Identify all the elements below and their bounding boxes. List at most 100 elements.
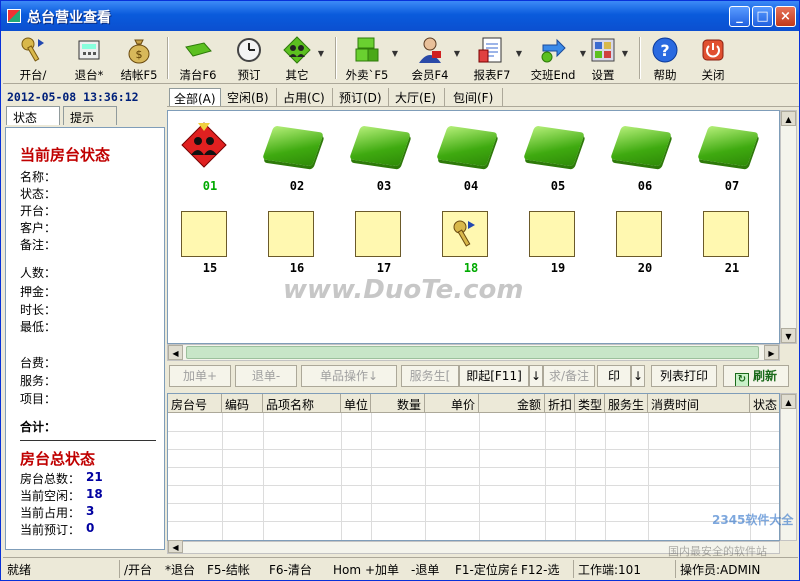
- maximize-button[interactable]: □: [752, 6, 773, 27]
- item-operation-button[interactable]: 单品操作↓: [301, 365, 397, 387]
- room-tile-17[interactable]: 17: [348, 208, 428, 288]
- toolbar-clear-button[interactable]: 清台F6: [178, 35, 218, 82]
- toolbar-help-button[interactable]: ? 帮助: [649, 35, 681, 82]
- status-ready: 就绪: [7, 563, 32, 577]
- scroll-right-icon[interactable]: ▶: [764, 345, 779, 360]
- dropdown-arrow-icon[interactable]: ▼: [454, 49, 460, 58]
- toolbar-close-button[interactable]: 关闭: [697, 35, 729, 82]
- summary-idle-label: 当前空闲：: [20, 489, 81, 503]
- toolbar-member-button[interactable]: 会员F4 ▼: [409, 35, 460, 82]
- empty-room-icon: [703, 211, 749, 257]
- scroll-left-icon[interactable]: ◀: [168, 345, 183, 360]
- tab-hint[interactable]: 提示: [63, 106, 117, 125]
- scroll-left-icon[interactable]: ◀: [168, 540, 183, 553]
- filter-private-room[interactable]: 包间(F): [449, 88, 503, 106]
- field-table-fee-label: 台费：: [20, 356, 57, 370]
- room-number: 02: [289, 179, 305, 193]
- toolbar-open-button[interactable]: 开台/: [13, 35, 53, 82]
- order-table-vscroll[interactable]: ▲: [780, 393, 797, 541]
- room-tile-04[interactable]: 04: [435, 117, 515, 197]
- datetime-display: 2012-05-08 13:36:12: [7, 90, 139, 104]
- room-grid-vscroll[interactable]: ▲ ▼: [780, 110, 797, 344]
- toolbar-checkout-button[interactable]: $ 结帐F5: [117, 35, 161, 82]
- filter-occupied[interactable]: 占用(C): [279, 88, 333, 106]
- col-amount[interactable]: 金额: [479, 394, 545, 413]
- room-tile-07[interactable]: 07: [696, 117, 776, 197]
- summary-title: 房台总状态: [20, 450, 96, 468]
- scroll-up-icon[interactable]: ▲: [781, 111, 796, 126]
- col-item-name[interactable]: 品项名称: [263, 394, 341, 413]
- room-tile-20[interactable]: 20: [609, 208, 689, 288]
- col-type[interactable]: 类型: [575, 394, 605, 413]
- room-grid-hscroll[interactable]: ◀ ▶: [167, 344, 780, 361]
- filter-idle[interactable]: 空闲(B): [223, 88, 277, 106]
- toolbar-return-button[interactable]: 退台*: [69, 35, 109, 82]
- room-tile-18[interactable]: 18: [435, 208, 515, 288]
- filter-reserved[interactable]: 预订(D): [335, 88, 389, 106]
- toolbar-takeout-button[interactable]: 外卖`F5 ▼: [345, 35, 398, 82]
- request-remark-button[interactable]: 求/备注: [543, 365, 595, 387]
- col-code[interactable]: 编码: [222, 394, 263, 413]
- print-button[interactable]: 印: [597, 365, 631, 387]
- green-folder-icon: [697, 125, 759, 167]
- green-folder-icon: [185, 42, 212, 57]
- scroll-up-icon[interactable]: ▲: [781, 394, 796, 409]
- list-print-button[interactable]: 列表打印: [651, 365, 717, 387]
- col-time[interactable]: 消费时间: [648, 394, 750, 413]
- grid-line: [168, 431, 779, 432]
- app-icon: [7, 9, 21, 23]
- col-price[interactable]: 单价: [425, 394, 479, 413]
- close-button[interactable]: ×: [775, 6, 796, 27]
- print-dropdown[interactable]: ↓: [631, 365, 645, 387]
- field-people-label: 人数：: [20, 266, 57, 280]
- order-table-hscroll[interactable]: ◀: [167, 540, 780, 554]
- add-order-button[interactable]: 加单+: [169, 365, 231, 387]
- dropdown-arrow-icon[interactable]: ▼: [318, 49, 324, 58]
- room-tile-01[interactable]: 01: [174, 117, 254, 197]
- minimize-button[interactable]: _: [729, 6, 750, 27]
- field-customer-label: 客户：: [20, 221, 57, 235]
- dropdown-arrow-icon[interactable]: ▼: [516, 49, 522, 58]
- room-tile-05[interactable]: 05: [522, 117, 602, 197]
- scroll-thumb[interactable]: [186, 346, 759, 359]
- filter-hall[interactable]: 大厅(E): [391, 88, 445, 106]
- status-hotkey-return: *退台: [165, 563, 196, 577]
- col-waiter[interactable]: 服务生: [605, 394, 648, 413]
- room-tile-03[interactable]: 03: [348, 117, 428, 197]
- dropdown-arrow-icon[interactable]: ▼: [622, 49, 628, 58]
- tab-status[interactable]: 状态: [6, 106, 60, 125]
- svg-text:$: $: [136, 48, 143, 61]
- col-quantity[interactable]: 数量: [371, 394, 425, 413]
- start-now-dropdown[interactable]: ↓: [529, 365, 543, 387]
- room-tile-15[interactable]: 15: [174, 208, 254, 288]
- room-status-panel: 当前房台状态 名称： 状态： 开台： 客户： 备注： 人数： 押金： 时长： 最…: [5, 127, 165, 550]
- toolbar-report-button[interactable]: 报表F7 ▼: [471, 35, 522, 82]
- room-tile-16[interactable]: 16: [261, 208, 341, 288]
- start-now-button[interactable]: 即起[F11]: [459, 365, 529, 387]
- col-room[interactable]: 房台号: [168, 394, 222, 413]
- room-tile-02[interactable]: 02: [261, 117, 341, 197]
- col-discount[interactable]: 折扣: [545, 394, 575, 413]
- summary-total-value: 21: [86, 470, 103, 484]
- scroll-down-icon[interactable]: ▼: [781, 328, 796, 343]
- dropdown-arrow-icon[interactable]: ▼: [392, 49, 398, 58]
- toolbar-other-button[interactable]: 其它 ▼: [279, 35, 324, 82]
- room-tile-21[interactable]: 21: [696, 208, 776, 288]
- grid-line: [168, 449, 779, 450]
- toolbar-reserve-button[interactable]: 预订: [231, 35, 267, 82]
- waiter-button[interactable]: 服务生[: [401, 365, 459, 387]
- col-unit[interactable]: 单位: [341, 394, 371, 413]
- room-number: 18: [463, 261, 479, 275]
- refresh-button[interactable]: ↻ 刷新: [723, 365, 789, 387]
- return-order-button[interactable]: 退单-: [235, 365, 297, 387]
- room-tile-06[interactable]: 06: [609, 117, 689, 197]
- filter-all[interactable]: 全部(A): [169, 88, 221, 106]
- toolbar-shift-button[interactable]: 交班End ▼: [529, 35, 586, 82]
- room-number: 03: [376, 179, 392, 193]
- toolbar-settings-button[interactable]: 设置 ▼: [587, 35, 628, 82]
- col-status[interactable]: 状态: [750, 394, 779, 413]
- dropdown-arrow-icon[interactable]: ▼: [580, 49, 586, 58]
- status-bar: 就绪 /开台 *退台 F5-结帐 F6-清台 Home-预订 +加单 -退单 F…: [3, 557, 798, 579]
- title-bar[interactable]: 总台营业查看 _ □ ×: [1, 1, 799, 31]
- room-tile-19[interactable]: 19: [522, 208, 602, 288]
